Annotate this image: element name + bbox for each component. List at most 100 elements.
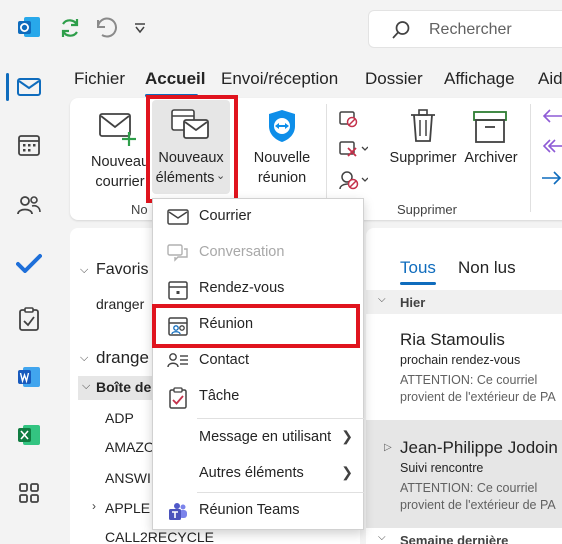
chevron-down-icon[interactable]: ⌵	[80, 352, 88, 365]
folder-item[interactable]: APPLE	[105, 500, 150, 516]
teamviewer-meeting-icon	[266, 108, 298, 144]
chevron-right-icon: ❯	[341, 464, 353, 480]
todo-icon[interactable]	[12, 246, 46, 280]
new-meeting-button[interactable]: Nouvelle réunion	[244, 104, 320, 196]
app-rail	[0, 0, 58, 544]
menu-item-message-using[interactable]: Message en utilisant ❯	[153, 420, 365, 456]
menu-separator	[197, 418, 365, 419]
menu-item-label: Réunion Teams	[199, 502, 300, 518]
menu-item-mail[interactable]: Courrier	[153, 199, 365, 235]
new-meeting-label-2: réunion	[257, 170, 307, 186]
favorites-header[interactable]: Favoris	[96, 261, 148, 279]
chevron-right-icon: ❯	[341, 428, 353, 444]
menu-item-label: Contact	[199, 352, 249, 368]
menu-item-label: Rendez-vous	[199, 280, 285, 296]
archive-button[interactable]: Archiver	[462, 104, 520, 196]
message-preview: provient de l'extérieur de PA	[400, 498, 556, 512]
search-box[interactable]: Rechercher	[368, 10, 562, 48]
menu-item-label: Tâche	[199, 388, 240, 404]
expand-thread-icon[interactable]: ▷	[384, 442, 392, 453]
tab-folder[interactable]: Dossier	[365, 69, 423, 89]
task-icon	[167, 387, 189, 409]
outlook-logo-icon	[12, 10, 46, 44]
chevron-down-icon[interactable]: ⌵	[80, 264, 88, 277]
message-subject: Suivi rencontre	[400, 461, 484, 475]
inbox-folder[interactable]: Boîte de	[96, 379, 151, 395]
folder-item[interactable]: AMAZO	[105, 439, 155, 455]
message-preview: ATTENTION: Ce courriel	[400, 481, 538, 495]
search-icon	[391, 20, 411, 40]
message-subject: prochain rendez-vous	[400, 353, 521, 367]
clean-up-icon[interactable]	[338, 140, 368, 158]
calendar-icon	[167, 279, 189, 301]
quick-access-dropdown-icon[interactable]	[133, 22, 147, 34]
calendar-icon[interactable]	[12, 128, 46, 162]
message-preview: ATTENTION: Ce courriel	[400, 373, 538, 387]
new-mail-icon	[98, 110, 140, 146]
new-mail-button[interactable]: Nouveau courrier	[82, 104, 149, 196]
message-sender: Ria Stamoulis	[400, 330, 505, 349]
group-delete-label: Supprimer	[397, 202, 457, 217]
tab-help[interactable]: Aid	[538, 69, 562, 89]
sync-icon[interactable]	[58, 16, 82, 40]
people-icon[interactable]	[12, 188, 46, 222]
reply-all-icon[interactable]	[542, 138, 562, 154]
tab-file[interactable]: Fichier	[74, 69, 125, 89]
menu-item-appointment[interactable]: Rendez-vous	[153, 271, 365, 307]
group-header-bg	[366, 290, 562, 314]
group-new-label: No	[131, 202, 148, 217]
menu-item-label: Conversation	[199, 244, 285, 260]
ignore-icon[interactable]	[338, 110, 358, 128]
tab-send-receive[interactable]: Envoi/réception	[221, 69, 338, 89]
forward-icon[interactable]	[542, 170, 562, 186]
filter-unread-tab[interactable]: Non lus	[458, 258, 516, 278]
menu-item-contact[interactable]: Contact	[153, 343, 365, 379]
search-placeholder: Rechercher	[429, 21, 512, 38]
highlight-meeting	[152, 304, 360, 348]
delete-button[interactable]: Supprimer	[384, 104, 462, 196]
new-items-menu: Courrier Conversation Rendez-vous Réunio…	[152, 198, 365, 530]
ribbon-separator	[326, 104, 327, 212]
teams-icon	[167, 501, 189, 523]
group-header-yesterday[interactable]: Hier	[400, 295, 425, 310]
new-meeting-label-1: Nouvelle	[253, 150, 311, 166]
message-preview: provient de l'extérieur de PA	[400, 390, 556, 404]
excel-icon[interactable]	[12, 418, 46, 452]
tasks-icon[interactable]	[12, 302, 46, 336]
tab-view[interactable]: Affichage	[444, 69, 515, 89]
delete-label: Supprimer	[389, 150, 457, 166]
account-header[interactable]: drange	[96, 348, 149, 368]
filter-all-tab[interactable]: Tous	[400, 258, 436, 278]
menu-item-teams-meeting[interactable]: Réunion Teams	[153, 493, 365, 529]
apps-icon[interactable]	[12, 476, 46, 510]
reply-icon[interactable]	[542, 108, 562, 124]
menu-item-other-items[interactable]: Autres éléments ❯	[153, 456, 365, 492]
menu-item-conversation: Conversation	[153, 235, 365, 271]
chevron-right-icon[interactable]: ›	[92, 499, 96, 513]
chevron-down-icon[interactable]: ⌵	[378, 294, 386, 305]
menu-item-task[interactable]: Tâche	[153, 379, 365, 415]
undo-icon[interactable]	[94, 16, 118, 40]
new-mail-label-1: Nouveau	[90, 154, 150, 170]
tab-home[interactable]: Accueil	[145, 69, 205, 89]
ribbon-separator	[530, 104, 531, 212]
chevron-down-icon[interactable]: ⌵	[378, 532, 386, 543]
folder-item[interactable]: CALL2RECYCLE	[105, 529, 214, 544]
filter-underline	[400, 282, 436, 285]
contact-icon	[167, 351, 189, 373]
folder-item[interactable]: ANSWI	[105, 470, 151, 486]
folder-item[interactable]: ADP	[105, 410, 134, 426]
favorite-folder-item[interactable]: dranger	[96, 296, 144, 312]
word-icon[interactable]	[12, 360, 46, 394]
archive-icon	[472, 108, 508, 144]
junk-icon[interactable]	[338, 170, 368, 190]
menu-item-label: Message en utilisant	[199, 429, 332, 445]
trash-icon	[409, 108, 437, 144]
rail-active-indicator	[6, 73, 9, 101]
group-header-lastweek[interactable]: Semaine dernière	[400, 533, 508, 544]
mail-icon	[167, 207, 189, 229]
archive-label: Archiver	[464, 150, 518, 166]
message-sender: Jean-Philippe Jodoin	[400, 438, 558, 457]
chevron-down-icon[interactable]: ⌵	[82, 380, 90, 393]
mail-icon[interactable]	[12, 70, 46, 104]
